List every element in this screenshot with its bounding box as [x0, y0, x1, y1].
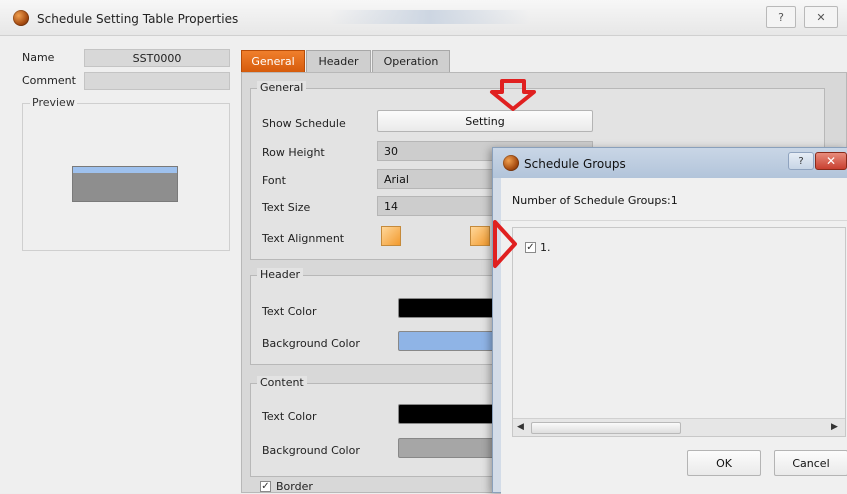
content-bg-color-label: Background Color: [262, 444, 360, 457]
header-text-color-label: Text Color: [262, 305, 317, 318]
help-icon: ?: [778, 10, 784, 24]
dialog-help-button[interactable]: ?: [788, 152, 814, 170]
align-left-icon[interactable]: [381, 226, 401, 246]
scrollbar-thumb[interactable]: [531, 422, 681, 434]
cancel-button[interactable]: Cancel: [774, 450, 847, 476]
header-section-title: Header: [257, 268, 304, 281]
content-section-title: Content: [257, 376, 307, 389]
dialog-title-bar: Schedule Groups ? ✕: [493, 148, 847, 178]
preview-label: Preview: [30, 96, 77, 109]
border-checkbox[interactable]: ✓: [260, 481, 271, 492]
title-bar: Schedule Setting Table Properties ? ✕: [0, 0, 847, 36]
header-bg-color-label: Background Color: [262, 337, 360, 350]
tab-general[interactable]: General: [241, 50, 305, 72]
name-label: Name: [22, 51, 55, 64]
blurred-titlebar-text: [330, 10, 530, 24]
close-icon: ✕: [816, 10, 826, 24]
content-text-color-label: Text Color: [262, 410, 317, 423]
close-button[interactable]: ✕: [804, 6, 838, 28]
text-alignment-label: Text Alignment: [262, 232, 345, 245]
ok-button[interactable]: OK: [687, 450, 761, 476]
scroll-right-icon[interactable]: ▶: [831, 422, 838, 432]
border-label: Border: [276, 480, 313, 493]
align-center-icon[interactable]: [470, 226, 490, 246]
schedule-groups-dialog: Schedule Groups ? ✕ Number of Schedule G…: [492, 147, 847, 494]
font-label: Font: [262, 174, 286, 187]
general-section-title: General: [257, 81, 307, 94]
dialog-close-button[interactable]: ✕: [815, 152, 847, 170]
dialog-close-icon: ✕: [825, 154, 837, 168]
group-1-label: 1.: [540, 241, 551, 254]
horizontal-scrollbar[interactable]: ◀ ▶: [513, 418, 845, 436]
dialog-help-icon: ?: [798, 155, 804, 167]
schedule-groups-list: ✓ 1. ◀ ▶: [512, 227, 846, 437]
scroll-left-icon[interactable]: ◀: [517, 422, 524, 432]
name-field[interactable]: SST0000: [84, 49, 230, 67]
tab-operation[interactable]: Operation: [372, 50, 450, 72]
group-count-label: Number of Schedule Groups:1: [512, 194, 678, 207]
comment-label: Comment: [22, 74, 76, 87]
dialog-app-icon: [503, 155, 519, 171]
text-size-label: Text Size: [262, 201, 311, 214]
preview-thumbnail: [72, 166, 178, 202]
annotation-arrow-down-icon: [490, 79, 536, 111]
window-title: Schedule Setting Table Properties: [37, 12, 239, 26]
dialog-divider: [501, 220, 847, 221]
main-window: Schedule Setting Table Properties ? ✕ Na…: [0, 0, 847, 494]
comment-field[interactable]: [84, 72, 230, 90]
show-schedule-label: Show Schedule: [262, 117, 346, 130]
help-button[interactable]: ?: [766, 6, 796, 28]
group-1-checkbox[interactable]: ✓: [525, 242, 536, 253]
annotation-arrow-right-icon: [493, 220, 517, 268]
setting-button[interactable]: Setting: [377, 110, 593, 132]
app-icon: [13, 10, 29, 26]
tab-header[interactable]: Header: [306, 50, 371, 72]
preview-thumbnail-header: [73, 167, 177, 173]
row-height-label: Row Height: [262, 146, 325, 159]
dialog-body: Number of Schedule Groups:1 ✓ 1. ◀ ▶ OK …: [501, 178, 847, 494]
dialog-title: Schedule Groups: [524, 157, 626, 171]
